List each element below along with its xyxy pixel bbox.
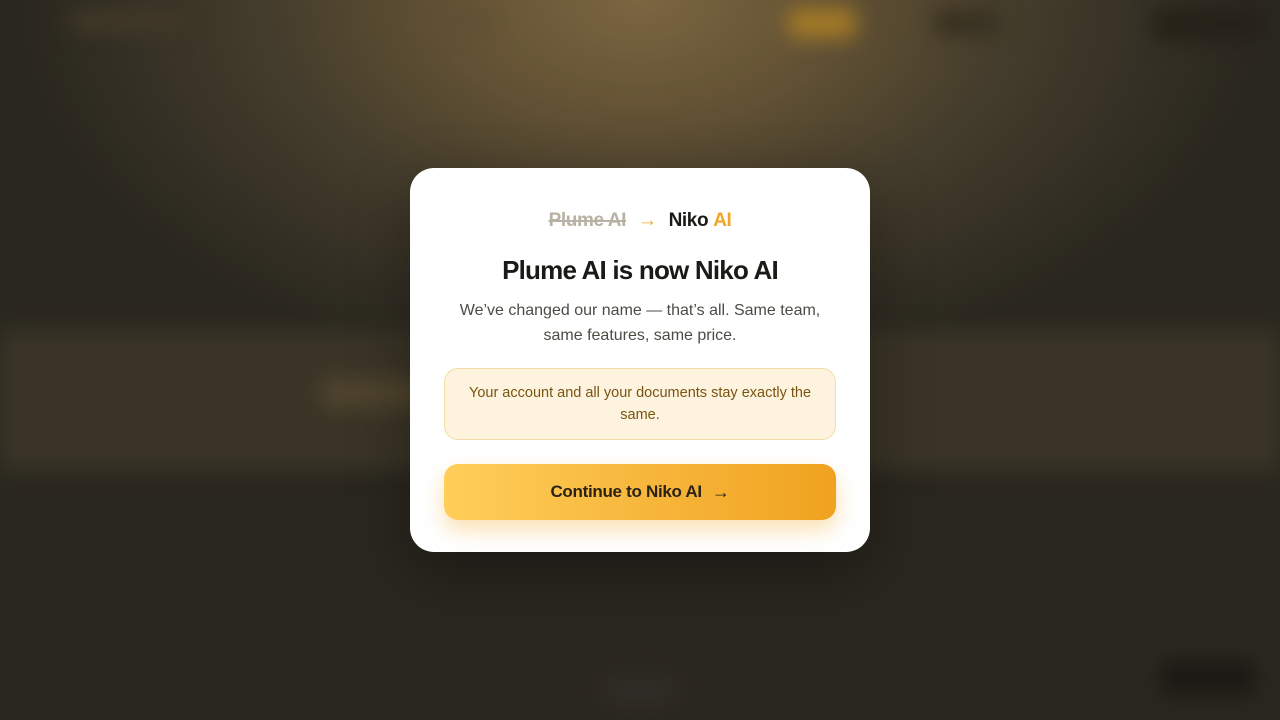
arrow-right-icon: →: [711, 481, 730, 502]
modal-subtitle: We’ve changed our name — that’s all. Sam…: [459, 302, 821, 344]
new-brand-name-primary: Niko: [668, 210, 709, 231]
new-brand-name: Niko AI: [669, 210, 732, 232]
modal-title: Plume AI is now Niko AI: [502, 255, 779, 285]
new-brand-name-accent: AI: [713, 210, 732, 231]
arrow-right-icon: →: [638, 210, 657, 231]
old-brand-name: Plume AI: [548, 210, 627, 231]
rename-announcement-modal: Plume AI → Niko AI Plume AI is now Niko …: [410, 168, 870, 552]
continue-button[interactable]: Continue to Niko AI →: [444, 464, 836, 520]
account-notice-text: Your account and all your documents stay…: [468, 385, 812, 423]
continue-button-label: Continue to Niko AI: [550, 482, 702, 501]
account-notice: Your account and all your documents stay…: [444, 368, 836, 440]
rename-indicator: Plume AI → Niko AI: [444, 206, 836, 236]
